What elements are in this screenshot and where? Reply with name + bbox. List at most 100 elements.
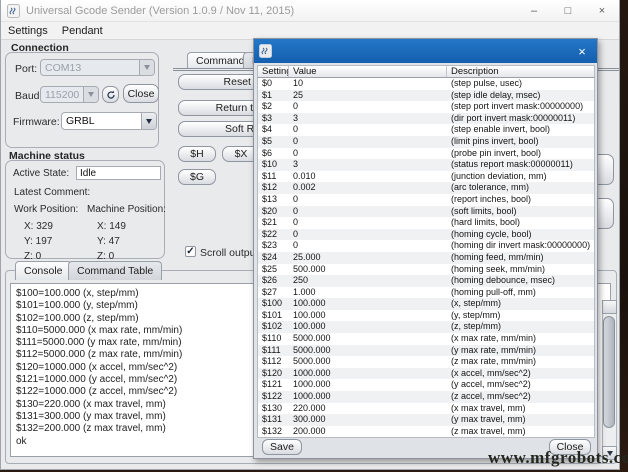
cell-value: 0 [289, 124, 447, 136]
cell-setting: $130 [258, 403, 289, 415]
cell-setting: $23 [258, 240, 289, 252]
cell-value: 5000.000 [289, 356, 447, 368]
table-row[interactable]: $3 3 (dir port invert mask:00000011) [258, 113, 594, 125]
table-row[interactable]: $21 0 (hard limits, bool) [258, 217, 594, 229]
cell-description: (homing dir invert mask:00000000) [447, 240, 594, 252]
dialog-titlebar[interactable]: × [254, 39, 597, 63]
home-machine-button[interactable]: $H [178, 146, 216, 162]
cell-setting: $112 [258, 356, 289, 368]
cell-description: (soft limits, bool) [447, 206, 594, 218]
cell-setting: $131 [258, 414, 289, 426]
cell-value: 500.000 [289, 264, 447, 276]
table-row[interactable]: $112 5000.000 (z max rate, mm/min) [258, 356, 594, 368]
table-row[interactable]: $1 25 (step idle delay, msec) [258, 90, 594, 102]
cell-description: (y max rate, mm/min) [447, 345, 594, 357]
cell-description: (z max rate, mm/min) [447, 356, 594, 368]
table-row[interactable]: $122 1000.000 (z accel, mm/sec^2) [258, 391, 594, 403]
port-label: Port: [15, 63, 37, 75]
table-row[interactable]: $101 100.000 (y, step/mm) [258, 310, 594, 322]
cell-value: 250 [289, 275, 447, 287]
cell-description: (homing cycle, bool) [447, 229, 594, 241]
cell-value: 0 [289, 206, 447, 218]
tab-console[interactable]: Console [15, 261, 72, 280]
baud-combobox[interactable]: 115200 [40, 86, 99, 103]
cell-description: (junction deviation, mm) [447, 171, 594, 183]
cell-value: 5000.000 [289, 345, 447, 357]
cell-value: 3 [289, 113, 447, 125]
table-row[interactable]: $24 25.000 (homing feed, mm/min) [258, 252, 594, 264]
cell-setting: $25 [258, 264, 289, 276]
table-row[interactable]: $111 5000.000 (y max rate, mm/min) [258, 345, 594, 357]
table-row[interactable]: $100 100.000 (x, step/mm) [258, 298, 594, 310]
table-row[interactable]: $120 1000.000 (x accel, mm/sec^2) [258, 368, 594, 380]
table-row[interactable]: $27 1.000 (homing pull-off, mm) [258, 287, 594, 299]
maximize-icon[interactable]: □ [551, 0, 585, 22]
menu-pendant[interactable]: Pendant [55, 25, 110, 37]
save-button[interactable]: Save [262, 439, 302, 455]
cell-setting: $102 [258, 321, 289, 333]
table-row[interactable]: $20 0 (soft limits, bool) [258, 206, 594, 218]
table-row[interactable]: $12 0.002 (arc tolerance, mm) [258, 182, 594, 194]
cell-setting: $132 [258, 426, 289, 438]
cell-setting: $4 [258, 124, 289, 136]
table-row[interactable]: $130 220.000 (x max travel, mm) [258, 403, 594, 415]
cell-value: 0 [289, 194, 447, 206]
firmware-combobox[interactable]: GRBL [61, 112, 157, 130]
firmware-label: Firmware: [13, 116, 60, 128]
scroll-up-icon[interactable] [602, 300, 617, 314]
header-value[interactable]: Value [289, 66, 447, 77]
cell-value: 0 [289, 240, 447, 252]
scroll-output-checkbox[interactable]: ✓ [185, 246, 196, 257]
port-combobox[interactable]: COM13 [40, 59, 155, 76]
cell-setting: $100 [258, 298, 289, 310]
dialog-close-icon[interactable]: × [574, 43, 590, 59]
table-row[interactable]: $102 100.000 (z, step/mm) [258, 321, 594, 333]
cell-setting: $13 [258, 194, 289, 206]
settings-table: Setting Value Description $0 10 (step pu… [257, 65, 595, 438]
cell-value: 300.000 [289, 414, 447, 426]
table-row[interactable]: $5 0 (limit pins invert, bool) [258, 136, 594, 148]
settings-table-header[interactable]: Setting Value Description [257, 65, 595, 78]
cell-description: (homing pull-off, mm) [447, 287, 594, 299]
table-row[interactable]: $132 200.000 (z max travel, mm) [258, 426, 594, 438]
minimize-icon[interactable]: – [517, 0, 551, 22]
table-row[interactable]: $0 10 (step pulse, usec) [258, 78, 594, 90]
table-row[interactable]: $26 250 (homing debounce, msec) [258, 275, 594, 287]
close-icon[interactable]: × [585, 0, 619, 22]
cell-value: 10 [289, 78, 447, 90]
cell-description: (x max travel, mm) [447, 403, 594, 415]
cell-value: 0 [289, 229, 447, 241]
settings-table-rows: $0 10 (step pulse, usec) $1 25 (step idl… [257, 78, 595, 438]
tab-command-table[interactable]: Command Table [68, 261, 162, 280]
table-row[interactable]: $25 500.000 (homing seek, mm/min) [258, 264, 594, 276]
cell-description: (step idle delay, msec) [447, 90, 594, 102]
parser-state-button[interactable]: $G [178, 169, 216, 185]
cell-description: (homing debounce, msec) [447, 275, 594, 287]
table-row[interactable]: $4 0 (step enable invert, bool) [258, 124, 594, 136]
cell-setting: $121 [258, 379, 289, 391]
header-description[interactable]: Description [447, 66, 594, 77]
table-row[interactable]: $22 0 (homing cycle, bool) [258, 229, 594, 241]
refresh-ports-button[interactable] [102, 86, 119, 103]
cell-value: 3 [289, 159, 447, 171]
table-row[interactable]: $131 300.000 (y max travel, mm) [258, 414, 594, 426]
grbl-settings-dialog: × Setting Value Description $0 10 (step … [253, 38, 598, 459]
cell-setting: $22 [258, 229, 289, 241]
header-setting[interactable]: Setting [258, 66, 289, 77]
window-title: Universal Gcode Sender (Version 1.0.9 / … [26, 5, 294, 17]
table-row[interactable]: $2 0 (step port invert mask:00000000) [258, 101, 594, 113]
menu-settings[interactable]: Settings [1, 25, 55, 37]
active-state-label: Active State: [13, 168, 69, 179]
table-row[interactable]: $23 0 (homing dir invert mask:00000000) [258, 240, 594, 252]
cell-value: 5000.000 [289, 333, 447, 345]
table-row[interactable]: $11 0.010 (junction deviation, mm) [258, 171, 594, 183]
table-row[interactable]: $6 0 (probe pin invert, bool) [258, 148, 594, 160]
connection-close-button[interactable]: Close [123, 84, 159, 103]
cell-setting: $101 [258, 310, 289, 322]
cell-description: (limit pins invert, bool) [447, 136, 594, 148]
table-row[interactable]: $13 0 (report inches, bool) [258, 194, 594, 206]
console-scrollbar-thumb[interactable] [603, 316, 615, 428]
table-row[interactable]: $121 1000.000 (y accel, mm/sec^2) [258, 379, 594, 391]
table-row[interactable]: $110 5000.000 (x max rate, mm/min) [258, 333, 594, 345]
table-row[interactable]: $10 3 (status report mask:00000011) [258, 159, 594, 171]
